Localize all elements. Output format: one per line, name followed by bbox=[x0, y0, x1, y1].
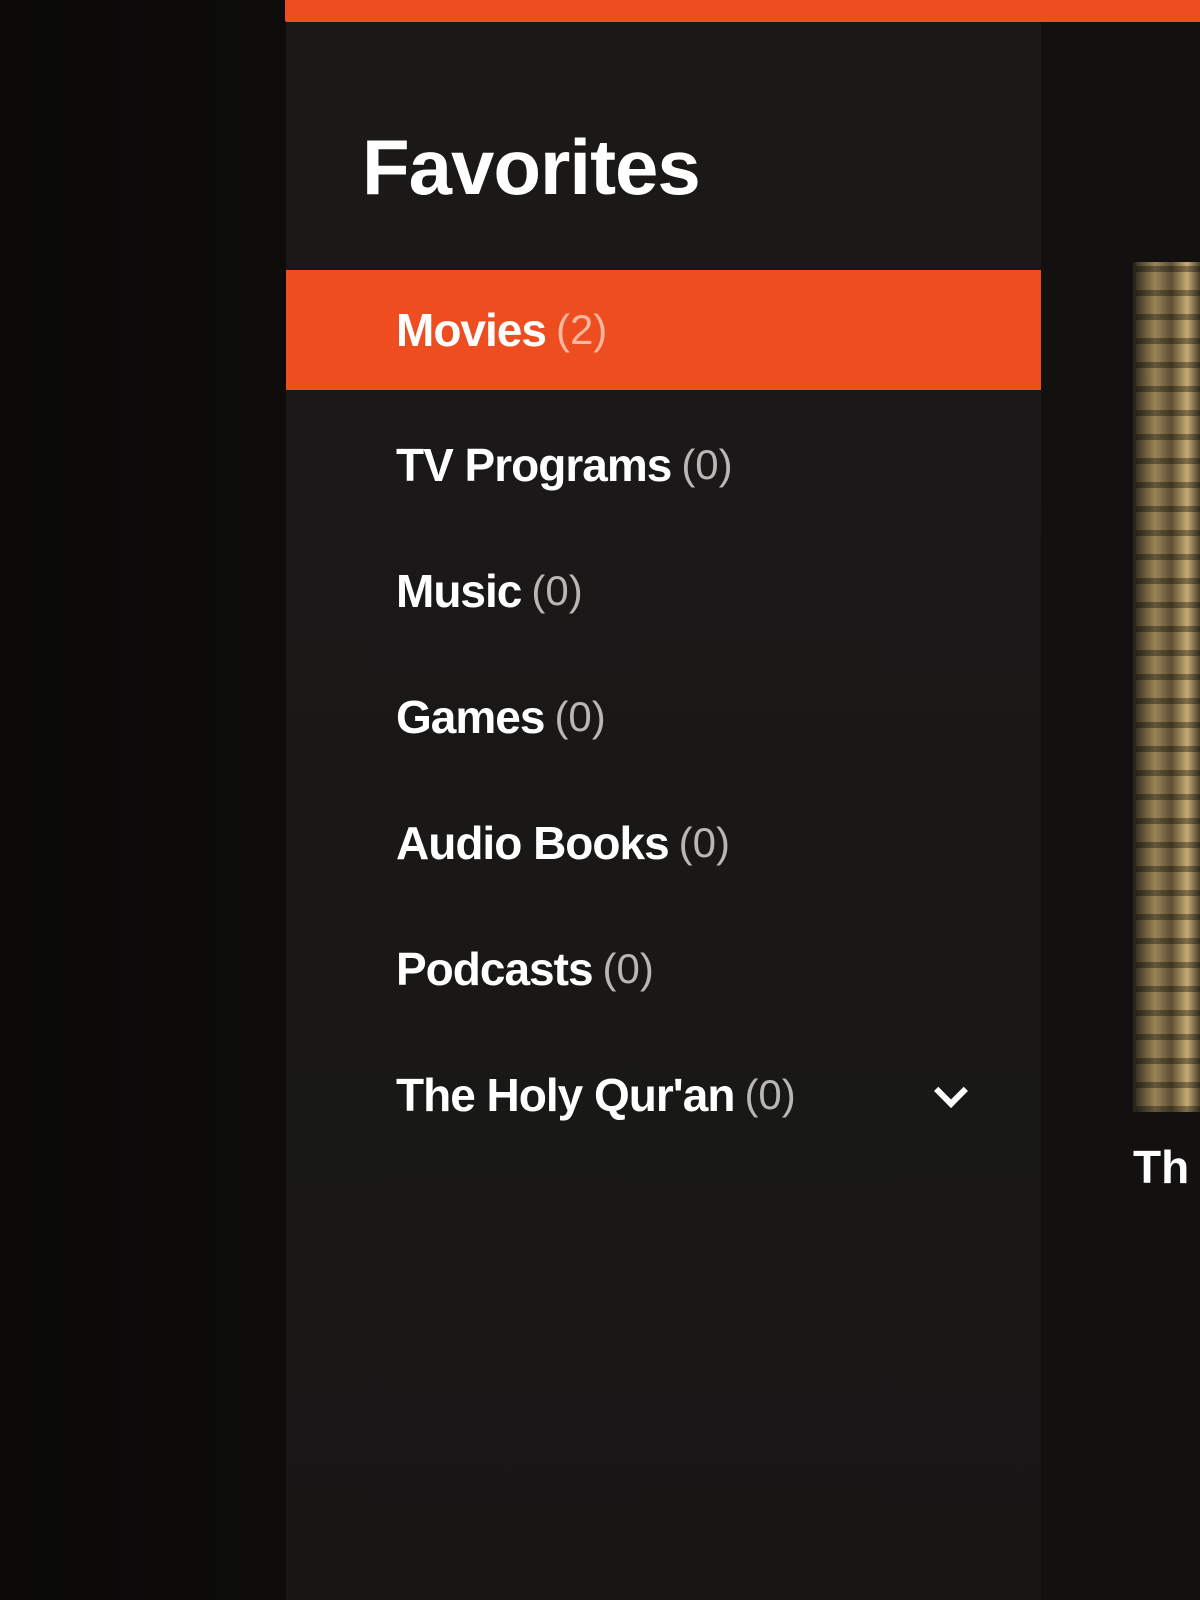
category-label: Audio Books bbox=[396, 817, 670, 869]
category-label: The Holy Qur'an bbox=[396, 1069, 735, 1121]
category-label: Podcasts bbox=[396, 943, 594, 995]
movie-title-fragment: Th bbox=[1133, 1141, 1190, 1193]
category-count: (0) bbox=[681, 441, 733, 488]
app-screen: Favorites Movies (2) TV Programs (0) Mus… bbox=[0, 0, 1200, 1600]
category-item-audio-books[interactable]: Audio Books (0) bbox=[286, 780, 1041, 906]
top-accent-bar bbox=[285, 0, 1200, 22]
category-count: (2) bbox=[555, 306, 608, 353]
category-label: Movies bbox=[396, 304, 547, 356]
page-title: Favorites bbox=[362, 123, 701, 211]
category-count: (0) bbox=[678, 819, 731, 866]
category-item-podcasts[interactable]: Podcasts (0) bbox=[286, 906, 1041, 1032]
favorites-content-area: Th bbox=[1041, 22, 1200, 1600]
category-label: Games bbox=[396, 691, 545, 743]
category-item-holy-quran[interactable]: The Holy Qur'an (0) bbox=[286, 1032, 1041, 1158]
chevron-down-icon bbox=[934, 1074, 968, 1108]
category-item-music[interactable]: Music (0) bbox=[286, 528, 1041, 654]
category-count: (0) bbox=[531, 567, 583, 614]
category-item-movies[interactable]: Movies (2) bbox=[286, 270, 1041, 390]
favorites-panel: Favorites Movies (2) TV Programs (0) Mus… bbox=[286, 22, 1041, 1600]
category-count: (0) bbox=[744, 1071, 796, 1118]
category-count: (0) bbox=[554, 693, 606, 740]
favorites-category-list: Movies (2) TV Programs (0) Music (0) Gam… bbox=[286, 270, 1041, 1158]
category-label: Music bbox=[396, 565, 522, 617]
category-item-tv-programs[interactable]: TV Programs (0) bbox=[286, 402, 1041, 528]
movie-poster-thumbnail[interactable] bbox=[1133, 262, 1200, 1112]
category-count: (0) bbox=[602, 945, 654, 992]
category-label: TV Programs bbox=[396, 439, 672, 491]
category-item-games[interactable]: Games (0) bbox=[286, 654, 1041, 780]
